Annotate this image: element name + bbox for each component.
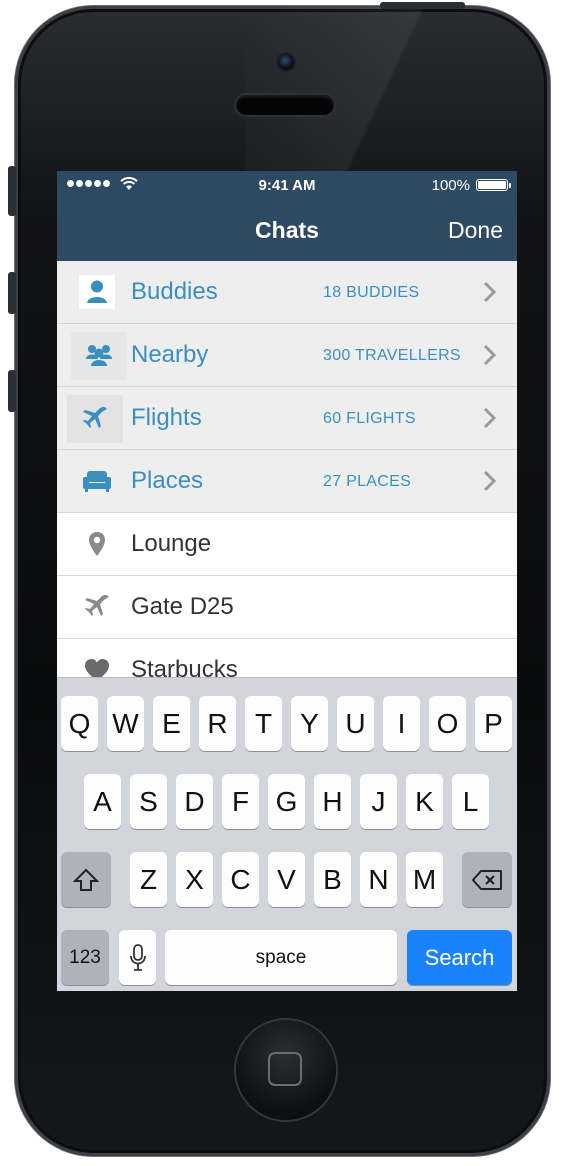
category-row-buddies[interactable]: Buddies 18 BUDDIES (57, 261, 517, 324)
key-w[interactable]: W (107, 696, 144, 751)
airplane-icon (79, 590, 115, 624)
home-button[interactable] (236, 1020, 336, 1120)
search-key[interactable]: Search (407, 930, 512, 985)
armchair-icon (79, 464, 115, 498)
category-name: Buddies (131, 278, 218, 305)
battery-icon (476, 179, 511, 191)
phone-screen: 9:41 AM 100% Chats Done Buddies 18 BUDDI… (57, 171, 517, 991)
key-h[interactable]: H (314, 774, 351, 829)
battery-percent: 100% (431, 177, 470, 194)
delete-key[interactable] (462, 852, 512, 907)
mute-switch (8, 166, 16, 216)
key-t[interactable]: T (245, 696, 282, 751)
key-r[interactable]: R (199, 696, 236, 751)
category-name: Places (131, 467, 204, 494)
key-n[interactable]: N (360, 852, 397, 907)
place-name: Lounge (131, 530, 212, 557)
category-row-places[interactable]: Places 27 PLACES (57, 450, 517, 513)
key-l[interactable]: L (452, 774, 489, 829)
power-button (380, 2, 465, 9)
category-count: 300 TRAVELLERS (323, 347, 461, 364)
key-x[interactable]: X (176, 852, 213, 907)
chevron-right-icon (483, 344, 497, 366)
airplane-icon (67, 395, 123, 443)
place-row-gate-d25[interactable]: Gate D25 (57, 576, 517, 639)
person-icon (79, 275, 115, 309)
key-i[interactable]: I (383, 696, 420, 751)
key-v[interactable]: V (268, 852, 305, 907)
home-square-icon (268, 1052, 302, 1086)
key-p[interactable]: P (475, 696, 512, 751)
category-count: 60 FLIGHTS (323, 410, 416, 427)
key-a[interactable]: A (84, 774, 121, 829)
done-button[interactable]: Done (448, 217, 503, 244)
place-row-lounge[interactable]: Lounge (57, 513, 517, 576)
shift-arrow-icon (73, 868, 99, 891)
volume-up-button (8, 272, 16, 314)
chevron-right-icon (483, 470, 497, 492)
place-name: Gate D25 (131, 593, 234, 620)
numbers-key[interactable]: 123 (61, 930, 109, 985)
earpiece-speaker (236, 95, 334, 115)
navigation-bar: 9:41 AM 100% Chats Done (57, 171, 517, 261)
key-o[interactable]: O (429, 696, 466, 751)
status-bar: 9:41 AM 100% (57, 171, 517, 201)
key-c[interactable]: C (222, 852, 259, 907)
backspace-icon (472, 869, 502, 890)
chat-list: Buddies 18 BUDDIES Nearby 300 TRAVELLERS… (57, 261, 517, 702)
key-j[interactable]: J (360, 774, 397, 829)
key-d[interactable]: D (176, 774, 213, 829)
key-z[interactable]: Z (130, 852, 167, 907)
shift-key[interactable] (61, 852, 111, 907)
key-b[interactable]: B (314, 852, 351, 907)
category-name: Nearby (131, 341, 209, 368)
category-row-nearby[interactable]: Nearby 300 TRAVELLERS (57, 324, 517, 387)
chevron-right-icon (483, 281, 497, 303)
key-q[interactable]: Q (61, 696, 98, 751)
key-g[interactable]: G (268, 774, 305, 829)
volume-down-button (8, 370, 16, 412)
chevron-right-icon (483, 407, 497, 429)
category-count: 18 BUDDIES (323, 284, 420, 301)
people-group-icon (71, 332, 127, 380)
key-u[interactable]: U (337, 696, 374, 751)
key-k[interactable]: K (406, 774, 443, 829)
key-m[interactable]: M (406, 852, 443, 907)
microphone-key[interactable] (119, 930, 156, 985)
category-name: Flights (131, 404, 202, 431)
category-row-flights[interactable]: Flights 60 FLIGHTS (57, 387, 517, 450)
key-s[interactable]: S (130, 774, 167, 829)
location-pin-icon (79, 527, 115, 561)
category-count: 27 PLACES (323, 473, 412, 490)
space-key[interactable]: space (165, 930, 397, 985)
microphone-icon (129, 943, 146, 971)
keyboard: Q W E R T Y U I O P A S D F G H J K L Z … (57, 677, 517, 991)
front-camera (278, 54, 294, 70)
key-e[interactable]: E (153, 696, 190, 751)
key-f[interactable]: F (222, 774, 259, 829)
key-y[interactable]: Y (291, 696, 328, 751)
